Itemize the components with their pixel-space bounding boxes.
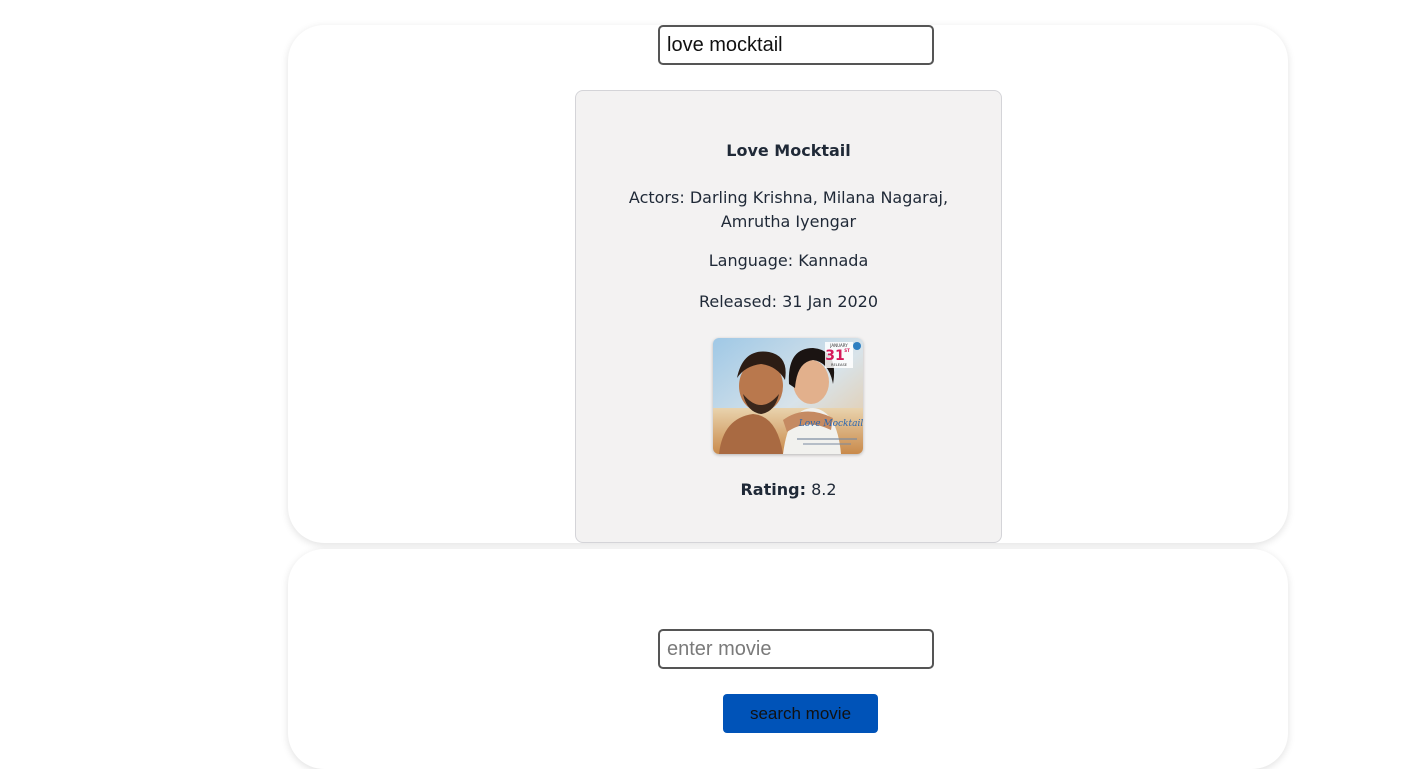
query-input[interactable] [658,25,934,65]
movie-actors: Actors: Darling Krishna, Milana Nagaraj,… [628,188,949,231]
rating-value: 8.2 [811,480,837,499]
movie-rating: Rating: 8.2 [576,480,1001,499]
movie-language: Language: Kannada [708,251,869,270]
poster-release-word: RELEASE [831,363,848,367]
poster-release-day: 31 [825,348,844,364]
movie-title: Love Mocktail [726,141,851,160]
movie-poster: JANUARY 31 ST RELEASE Love Mocktail [713,338,863,454]
movie-search-input[interactable] [658,629,934,669]
poster-logo: Love Mocktail [798,419,863,429]
rating-label: Rating: [740,480,806,499]
search-movie-button[interactable]: search movie [723,694,878,733]
movie-card: Love Mocktail Actors: Darling Krishna, M… [575,90,1002,543]
movie-released: Released: 31 Jan 2020 [698,292,879,311]
poster-release-suffix: ST [844,348,850,353]
